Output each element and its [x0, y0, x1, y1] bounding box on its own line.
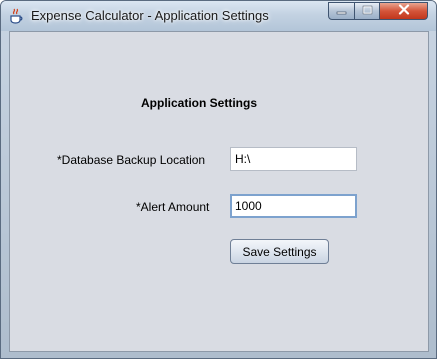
- close-button[interactable]: [379, 2, 428, 20]
- maximize-icon: [362, 2, 373, 20]
- backup-location-input[interactable]: [230, 147, 357, 171]
- settings-window: Expense Calculator - Application Setting…: [0, 0, 437, 359]
- backup-location-label: *Database Backup Location: [57, 153, 206, 167]
- java-cup-icon: [9, 8, 23, 24]
- alert-amount-label: *Alert Amount: [136, 200, 210, 214]
- close-icon: [398, 2, 410, 20]
- page-title: Application Settings: [141, 96, 258, 110]
- maximize-button[interactable]: [354, 2, 380, 20]
- title-bar[interactable]: Expense Calculator - Application Setting…: [1, 1, 436, 31]
- minimize-icon: [336, 2, 347, 20]
- save-settings-button[interactable]: Save Settings: [230, 239, 329, 264]
- window-title: Expense Calculator - Application Setting…: [31, 8, 269, 23]
- minimize-button[interactable]: [328, 2, 355, 20]
- alert-amount-input[interactable]: [230, 194, 357, 218]
- settings-panel: Application Settings *Database Backup Lo…: [9, 31, 429, 352]
